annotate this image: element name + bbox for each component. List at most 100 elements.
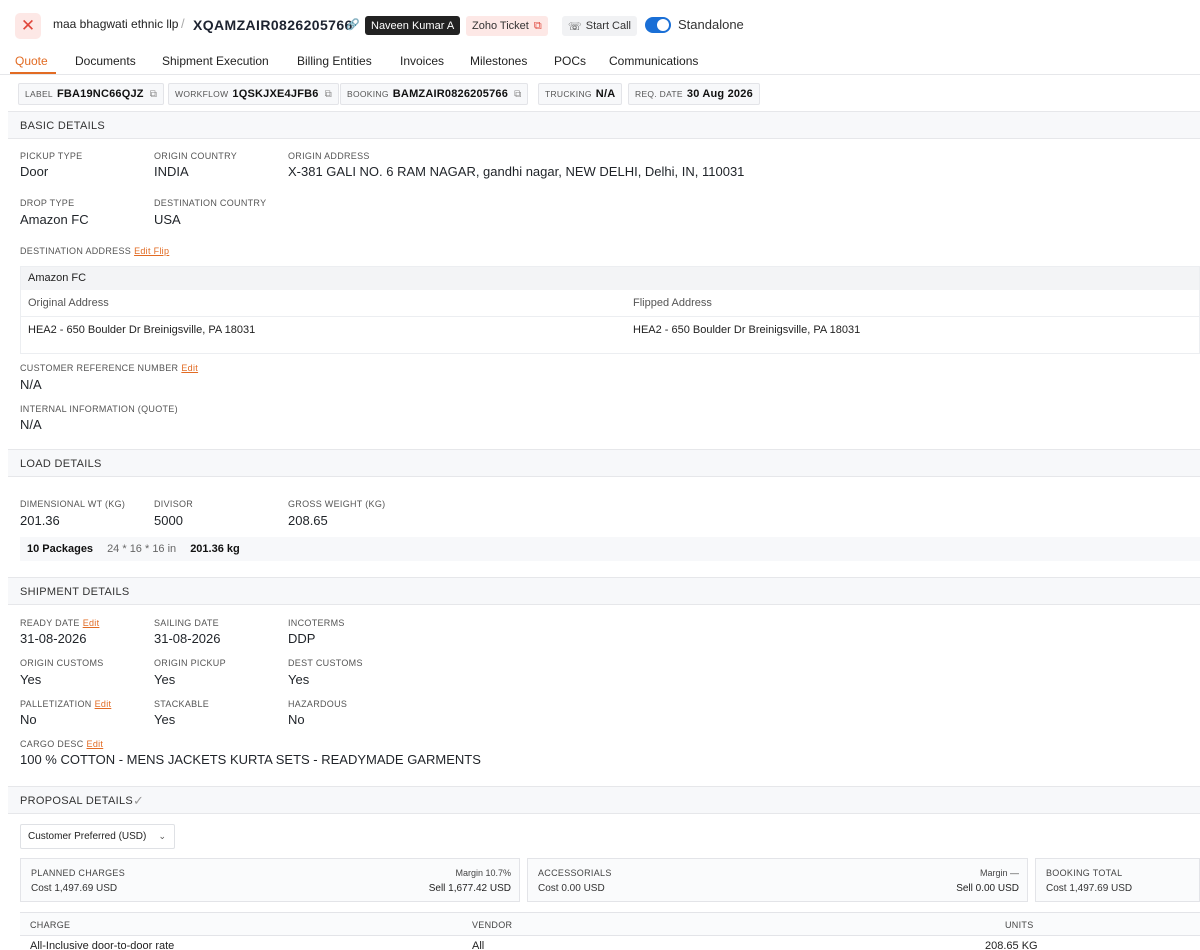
card-cost: Cost 1,497.69 USD <box>31 883 118 894</box>
origin-pickup-label: ORIGIN PICKUP <box>154 658 226 668</box>
flipped-address-value: HEA2 - 650 Boulder Dr Breinigsville, PA … <box>633 324 861 336</box>
pickup-type-value: Door <box>20 164 49 179</box>
destination-address-text: DESTINATION ADDRESS <box>20 246 132 256</box>
card-margin: Margin — <box>979 868 1019 878</box>
phone-icon: ☏ <box>568 20 582 33</box>
edit-cargo-desc-link[interactable]: Edit <box>87 739 104 749</box>
incoterms-label: INCOTERMS <box>288 618 345 628</box>
cargo-desc-value: 100 % COTTON - MENS JACKETS KURTA SETS -… <box>20 752 481 767</box>
dest-customs-label: DEST CUSTOMS <box>288 658 363 668</box>
label-chip: LABEL FBA19NC66QJZ ⧉ <box>18 83 164 105</box>
tab-quote[interactable]: Quote <box>15 54 48 68</box>
origin-address-value: X-381 GALI NO. 6 RAM NAGAR, gandhi nagar… <box>288 164 745 179</box>
palletization-value: No <box>20 712 37 727</box>
divisor-label: DIVISOR <box>154 499 194 509</box>
chip-value: 1QSKJXE4JFB6 <box>232 88 319 100</box>
tab-milestones[interactable]: Milestones <box>470 54 527 68</box>
assignee-badge[interactable]: Naveen Kumar A <box>365 16 461 35</box>
tab-billing-entities[interactable]: Billing Entities <box>297 54 372 68</box>
standalone-toggle[interactable] <box>645 17 671 33</box>
card-title: PLANNED CHARGES <box>31 868 126 878</box>
external-link-icon: ⧉ <box>533 19 542 32</box>
copy-icon[interactable]: ⧉ <box>514 89 521 100</box>
start-call-button[interactable]: ☏ Start Call <box>562 16 638 36</box>
origin-customs-value: Yes <box>20 672 42 687</box>
shipment-id: XQAMZAIR0826205766 <box>193 17 353 33</box>
tab-pocs[interactable]: POCs <box>554 54 586 68</box>
package-count: 10 Packages <box>27 543 94 555</box>
origin-address-label: ORIGIN ADDRESS <box>288 151 370 161</box>
chip-value: 30 Aug 2026 <box>686 88 753 100</box>
tab-invoices[interactable]: Invoices <box>400 54 444 68</box>
ready-date-label: READY DATE Edit <box>20 618 99 628</box>
chip-key: WORKFLOW <box>175 89 229 99</box>
sailing-date-label: SAILING DATE <box>154 618 219 628</box>
ready-date-value: 31-08-2026 <box>20 631 87 646</box>
destination-address-label: DESTINATION ADDRESS Edit Flip <box>20 246 169 256</box>
close-button[interactable]: ✕ <box>15 13 41 39</box>
charge-vendor: All <box>472 940 485 950</box>
edit-crn-link[interactable]: Edit <box>181 363 198 373</box>
destination-name: Amazon FC <box>28 272 87 284</box>
link-icon[interactable]: 🔗 <box>346 18 360 31</box>
edit-ready-date-link[interactable]: Edit <box>83 618 100 628</box>
selected-option: Customer Preferred (USD) <box>28 831 147 842</box>
company-name[interactable]: maa bhagwati ethnic llp <box>53 17 178 31</box>
origin-country-value: INDIA <box>154 164 189 179</box>
divisor-value: 5000 <box>154 513 183 528</box>
card-title: BOOKING TOTAL <box>1046 868 1123 878</box>
charge-name: All-Inclusive door-to-door rate <box>30 940 175 950</box>
copy-icon[interactable]: ⧉ <box>150 89 157 100</box>
zoho-ticket-button[interactable]: Zoho Ticket ⧉ <box>466 16 548 36</box>
edit-palletization-link[interactable]: Edit <box>95 699 112 709</box>
package-row: 10 Packages 24 * 16 * 16 in 201.36 kg <box>20 537 1200 561</box>
tab-shipment-execution[interactable]: Shipment Execution <box>162 54 269 68</box>
internal-info-label: INTERNAL INFORMATION (QUOTE) <box>20 404 178 414</box>
charge-units: 208.65 KG <box>985 940 1038 950</box>
customer-reference-label: CUSTOMER REFERENCE NUMBER Edit <box>20 363 198 373</box>
proposal-option-select[interactable]: Customer Preferred (USD) ⌄ <box>20 824 175 849</box>
palletization-label: PALLETIZATION Edit <box>20 699 111 709</box>
tab-documents[interactable]: Documents <box>75 54 136 68</box>
workflow-chip: WORKFLOW 1QSKJXE4JFB6 ⧉ <box>168 83 339 105</box>
top-bar: ✕ maa bhagwati ethnic llp / XQAMZAIR0826… <box>0 0 1200 48</box>
section-title: PROPOSAL DETAILS <box>20 795 134 807</box>
active-tab-indicator <box>10 72 56 74</box>
package-weight: 201.36 kg <box>190 543 240 555</box>
card-sell: Sell 0.00 USD <box>956 883 1019 894</box>
booking-total-card: BOOKING TOTAL Cost 1,497.69 USD <box>1035 858 1200 902</box>
cargo-desc-label: CARGO DESC Edit <box>20 739 103 749</box>
gross-weight-label: GROSS WEIGHT (KG) <box>288 499 386 509</box>
card-cost: Cost 1,497.69 USD <box>1046 883 1133 894</box>
chevron-down-icon: ⌄ <box>158 831 166 841</box>
stackable-label: STACKABLE <box>154 699 210 709</box>
destination-address-table: Amazon FC Original Address Flipped Addre… <box>20 266 1200 354</box>
chip-value: BAMZAIR0826205766 <box>392 88 509 100</box>
address-name-row: Amazon FC <box>21 267 1199 290</box>
flipped-address-header: Flipped Address <box>633 297 712 309</box>
edit-flip-link[interactable]: Edit Flip <box>134 246 169 256</box>
standalone-label: Standalone <box>678 17 744 32</box>
dimensional-weight-label: DIMENSIONAL WT (KG) <box>20 499 126 509</box>
customer-reference-text: CUSTOMER REFERENCE NUMBER <box>20 363 179 373</box>
tab-communications[interactable]: Communications <box>609 54 698 68</box>
column-charge: CHARGE <box>30 920 71 930</box>
sailing-date-value: 31-08-2026 <box>154 631 221 646</box>
close-icon: ✕ <box>20 16 36 35</box>
column-vendor: VENDOR <box>472 920 513 930</box>
card-sell: Sell 1,677.42 USD <box>428 883 511 894</box>
dest-customs-value: Yes <box>288 672 310 687</box>
basic-details-header: BASIC DETAILS <box>8 111 1200 139</box>
drop-type-value: Amazon FC <box>20 212 89 227</box>
stackable-value: Yes <box>154 712 176 727</box>
origin-country-label: ORIGIN COUNTRY <box>154 151 238 161</box>
original-address-header: Original Address <box>28 297 109 309</box>
destination-country-label: DESTINATION COUNTRY <box>154 198 267 208</box>
copy-icon[interactable]: ⧉ <box>325 89 332 100</box>
chip-key: LABEL <box>25 89 53 99</box>
destination-country-value: USA <box>154 212 181 227</box>
breadcrumb-separator: / <box>181 16 185 31</box>
drop-type-label: DROP TYPE <box>20 198 75 208</box>
card-title: ACCESSORIALS <box>538 868 612 878</box>
original-address-value: HEA2 - 650 Boulder Dr Breinigsville, PA … <box>28 324 256 336</box>
